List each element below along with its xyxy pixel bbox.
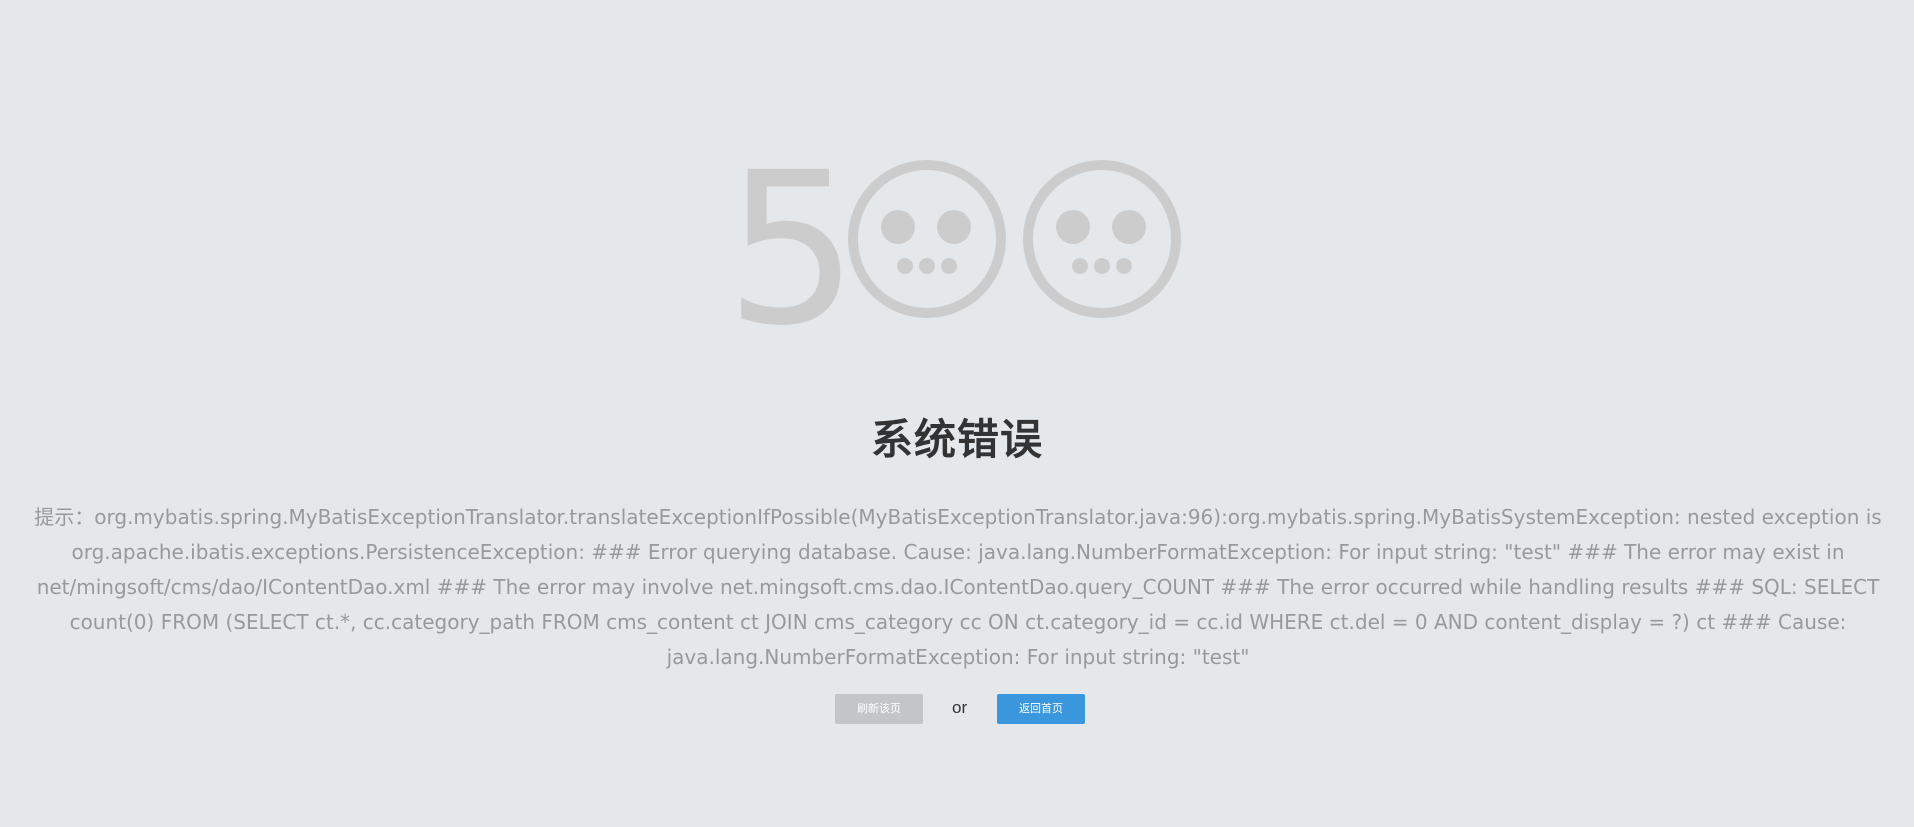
error-digit-five: 5 [725,140,859,330]
error-500-graphic: 5 [725,140,1185,330]
sad-face-icon [1023,160,1181,318]
return-home-button[interactable]: 返回首页 [997,694,1085,724]
refresh-page-button[interactable]: 刷新该页 [835,694,923,724]
or-separator: or [952,698,968,717]
sad-face-icon [848,160,1006,318]
error-message: 提示：org.mybatis.spring.MyBatisExceptionTr… [34,505,1882,669]
error-page: 5 系统错误 提示：org.mybatis.spring.MyBatisExce… [0,0,1914,827]
page-title: 系统错误 [870,415,1043,464]
action-bar: 刷新该页 or 返回首页 [0,694,1914,724]
